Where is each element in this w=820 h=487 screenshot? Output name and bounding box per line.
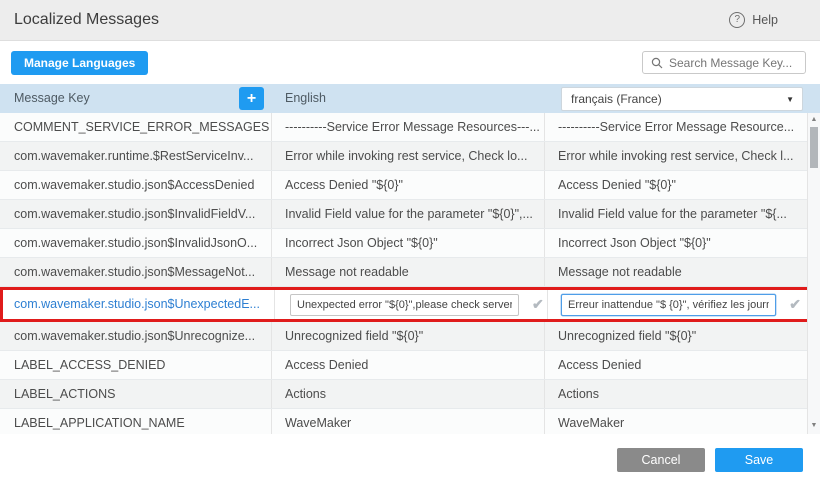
manage-languages-button[interactable]: Manage Languages	[11, 51, 148, 75]
title-bar: Localized Messages ? Help	[0, 0, 820, 41]
scroll-up-icon[interactable]: ▲	[808, 116, 820, 123]
toolbar: Manage Languages	[0, 41, 820, 84]
language-select-value: français (France)	[562, 92, 786, 106]
search-icon	[651, 57, 663, 69]
english-cell[interactable]: Actions	[272, 380, 545, 408]
table-row[interactable]: LABEL_ACCESS_DENIEDAccess DeniedAccess D…	[0, 351, 820, 380]
table-body: COMMENT_SERVICE_ERROR_MESSAGES----------…	[0, 113, 820, 434]
chevron-down-icon: ▼	[786, 95, 802, 104]
english-edit-input[interactable]	[290, 294, 519, 316]
table-row[interactable]: com.wavemaker.studio.json$UnexpectedE...…	[0, 287, 820, 322]
column-header-english: English	[285, 91, 326, 105]
table-row[interactable]: LABEL_ACTIONSActionsActions	[0, 380, 820, 409]
english-cell[interactable]: Access Denied "${0}"	[272, 171, 545, 199]
french-cell[interactable]: Actions	[545, 380, 820, 408]
table-row[interactable]: com.wavemaker.studio.json$MessageNot...M…	[0, 258, 820, 287]
english-cell[interactable]: Error while invoking rest service, Check…	[272, 142, 545, 170]
english-cell[interactable]: WaveMaker	[272, 409, 545, 434]
english-cell: ✔	[275, 290, 548, 319]
confirm-check-icon[interactable]: ✔	[532, 290, 544, 319]
message-key-cell[interactable]: com.wavemaker.runtime.$RestServiceInv...	[0, 142, 272, 170]
french-cell[interactable]: Error while invoking rest service, Check…	[545, 142, 820, 170]
table-header: Message Key + English français (France) …	[0, 84, 820, 113]
confirm-check-icon[interactable]: ✔	[789, 290, 801, 319]
table-row[interactable]: COMMENT_SERVICE_ERROR_MESSAGES----------…	[0, 113, 820, 142]
scroll-down-icon[interactable]: ▼	[808, 422, 820, 429]
scrollbar-thumb[interactable]	[810, 127, 818, 168]
message-key-cell[interactable]: com.wavemaker.studio.json$Unrecognize...	[0, 322, 272, 350]
french-cell[interactable]: Message not readable	[545, 258, 820, 286]
table-row[interactable]: com.wavemaker.studio.json$InvalidJsonO..…	[0, 229, 820, 258]
english-cell[interactable]: Message not readable	[272, 258, 545, 286]
help-button[interactable]: ? Help	[729, 12, 778, 28]
language-select[interactable]: français (France) ▼	[561, 87, 803, 111]
message-key-link[interactable]: com.wavemaker.studio.json$UnexpectedE...	[14, 290, 260, 319]
table-row[interactable]: com.wavemaker.studio.json$Unrecognize...…	[0, 322, 820, 351]
message-key-cell[interactable]: LABEL_APPLICATION_NAME	[0, 409, 272, 434]
table-row[interactable]: LABEL_APPLICATION_NAMEWaveMakerWaveMaker	[0, 409, 820, 434]
message-key-cell[interactable]: com.wavemaker.studio.json$InvalidJsonO..…	[0, 229, 272, 257]
french-cell[interactable]: Access Denied	[545, 351, 820, 379]
french-cell[interactable]: Unrecognized field "${0}"	[545, 322, 820, 350]
save-button[interactable]: Save	[715, 448, 803, 472]
english-cell[interactable]: Unrecognized field "${0}"	[272, 322, 545, 350]
french-cell[interactable]: ----------Service Error Message Resource…	[545, 113, 820, 141]
column-header-message-key: Message Key	[14, 91, 90, 105]
cancel-button[interactable]: Cancel	[617, 448, 705, 472]
french-edit-input[interactable]	[561, 294, 776, 316]
help-label: Help	[752, 13, 778, 27]
message-key-cell[interactable]: com.wavemaker.studio.json$InvalidFieldV.…	[0, 200, 272, 228]
message-key-cell[interactable]: com.wavemaker.studio.json$MessageNot...	[0, 258, 272, 286]
french-cell: ✔	[548, 290, 817, 319]
table-row[interactable]: com.wavemaker.runtime.$RestServiceInv...…	[0, 142, 820, 171]
french-cell[interactable]: Access Denied "${0}"	[545, 171, 820, 199]
help-icon: ?	[729, 12, 745, 28]
message-key-cell[interactable]: com.wavemaker.studio.json$AccessDenied	[0, 171, 272, 199]
english-cell[interactable]: Invalid Field value for the parameter "$…	[272, 200, 545, 228]
footer: Cancel Save	[0, 434, 820, 487]
french-cell[interactable]: Incorrect Json Object "${0}"	[545, 229, 820, 257]
table-row[interactable]: com.wavemaker.studio.json$InvalidFieldV.…	[0, 200, 820, 229]
english-cell[interactable]: ----------Service Error Message Resource…	[272, 113, 545, 141]
search-box[interactable]	[642, 51, 806, 74]
english-cell[interactable]: Incorrect Json Object "${0}"	[272, 229, 545, 257]
message-key-cell[interactable]: LABEL_ACCESS_DENIED	[0, 351, 272, 379]
vertical-scrollbar[interactable]: ▲ ▼	[807, 113, 820, 434]
search-input[interactable]	[669, 56, 797, 70]
table-row[interactable]: com.wavemaker.studio.json$AccessDeniedAc…	[0, 171, 820, 200]
message-key-cell[interactable]: com.wavemaker.studio.json$UnexpectedE...	[3, 290, 275, 319]
french-cell[interactable]: Invalid Field value for the parameter "$…	[545, 200, 820, 228]
message-key-cell[interactable]: COMMENT_SERVICE_ERROR_MESSAGES	[0, 113, 272, 141]
french-cell[interactable]: WaveMaker	[545, 409, 820, 434]
add-language-button[interactable]: +	[239, 87, 264, 110]
page-title: Localized Messages	[14, 11, 159, 29]
english-cell[interactable]: Access Denied	[272, 351, 545, 379]
message-key-cell[interactable]: LABEL_ACTIONS	[0, 380, 272, 408]
